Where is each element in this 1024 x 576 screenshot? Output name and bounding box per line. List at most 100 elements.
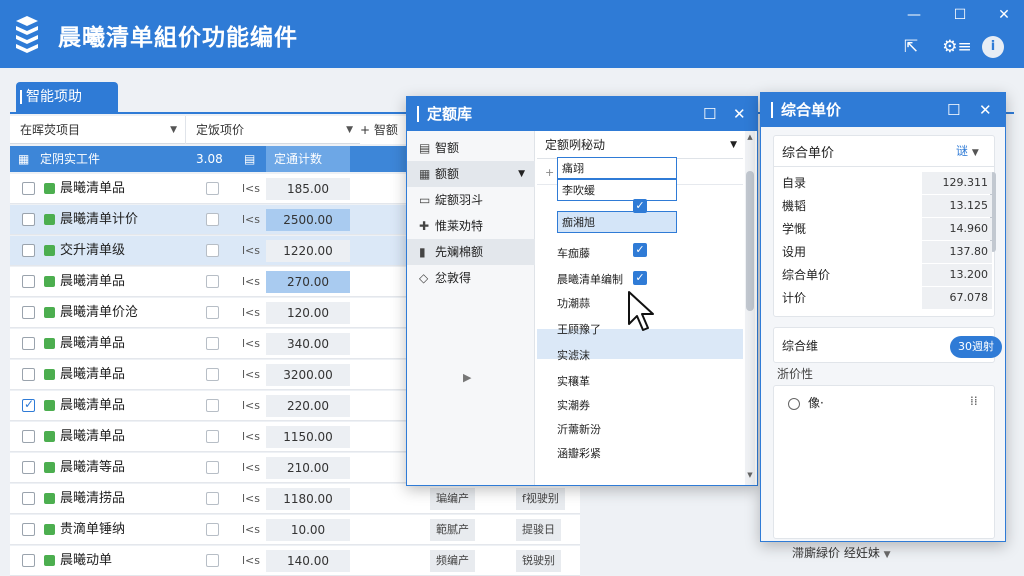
quota-list-item[interactable]: 实穰革	[557, 371, 677, 393]
checkbox-checked-icon[interactable]: ✓	[633, 271, 647, 285]
checkbox-checked-icon[interactable]: ✓	[633, 199, 647, 213]
category-item[interactable]: ✚ 惟莱劝特	[407, 213, 535, 239]
grid-icon[interactable]: ⁞⁞	[970, 394, 978, 408]
category-item[interactable]: ▤ 智额	[407, 135, 535, 161]
scroll-up-icon[interactable]: ▲	[745, 133, 755, 141]
quota-list-item[interactable]: 晨曦清单编制	[557, 269, 677, 291]
scroll-thumb[interactable]	[746, 171, 754, 311]
row-checkbox[interactable]	[22, 337, 35, 350]
row-checkbox[interactable]	[22, 492, 35, 505]
quota-list-item[interactable]: 李吹缓	[557, 179, 677, 201]
gear-icon[interactable]: ⚙≡	[940, 36, 974, 58]
quota-list-item[interactable]: 痛翊	[557, 157, 677, 179]
field-value[interactable]: 129.311	[922, 172, 992, 194]
close-icon[interactable]: ✕	[733, 97, 746, 131]
row-flag-checkbox[interactable]	[206, 554, 219, 567]
row-value[interactable]: 120.00	[266, 302, 350, 324]
row-value[interactable]: 185.00	[266, 178, 350, 200]
table-row[interactable]: 交升清单级 l<s 1220.00	[10, 236, 410, 266]
row-flag-checkbox[interactable]	[206, 368, 219, 381]
checkbox-checked-icon[interactable]: ✓	[633, 243, 647, 257]
row-value[interactable]: 3200.00	[266, 364, 350, 386]
maximize-icon[interactable]: ☐	[703, 97, 716, 131]
row-value[interactable]: 10.00	[266, 519, 350, 541]
row-flag-checkbox[interactable]	[206, 244, 219, 257]
row-value[interactable]: 220.00	[266, 395, 350, 417]
card-select[interactable]: 谜 ▼	[956, 142, 979, 159]
field-value[interactable]: 13.125	[922, 195, 992, 217]
row-checkbox[interactable]	[22, 306, 35, 319]
row-value[interactable]: 2500.00	[266, 209, 350, 231]
category-item[interactable]: ▭ 綻额羽斗	[407, 187, 535, 213]
row-checkbox[interactable]	[22, 430, 35, 443]
row-value[interactable]: 140.00	[266, 550, 350, 572]
close-button[interactable]: ✕	[994, 6, 1014, 24]
table-row[interactable]: 贵滴单锤纳 l<s 10.00 範腻产 提骏日	[10, 515, 580, 545]
field-value[interactable]: 67.078	[922, 287, 992, 309]
row-value[interactable]: 270.00	[266, 271, 350, 293]
table-row[interactable]: 晨曦清单品 l<s 270.00	[10, 267, 410, 297]
table-row[interactable]: 晨曦清捞品 l<s 1180.00 㻞编产 f视驶别	[10, 484, 580, 514]
quota-list-item[interactable]: 车痂藤	[557, 243, 677, 265]
row-checkbox[interactable]	[22, 461, 35, 474]
row-value[interactable]: 210.00	[266, 457, 350, 479]
minimize-button[interactable]: —	[904, 6, 924, 24]
row-checkbox[interactable]	[22, 275, 35, 288]
row-checkbox[interactable]	[22, 213, 35, 226]
table-row[interactable]: 晨曦清单品 l<s 185.00	[10, 174, 410, 204]
row-checkbox[interactable]	[22, 182, 35, 195]
row-flag-checkbox[interactable]	[206, 523, 219, 536]
table-row[interactable]: 晨曦清单计价 l<s 2500.00	[10, 205, 410, 235]
category-item[interactable]: ▦ 额额 ▼	[407, 161, 535, 187]
row-flag-checkbox[interactable]	[206, 306, 219, 319]
maximize-icon[interactable]: ☐	[947, 93, 960, 127]
row-flag-checkbox[interactable]	[206, 399, 219, 412]
table-row[interactable]: 晨曦清单品 l<s 220.00	[10, 391, 410, 421]
row-flag-checkbox[interactable]	[206, 275, 219, 288]
add-quota-button[interactable]: + 智额	[360, 116, 410, 144]
quota-list-item[interactable]: 功潮蒜	[557, 293, 677, 315]
tab-smart[interactable]: 智能项助	[16, 82, 118, 112]
row-flag-checkbox[interactable]	[206, 213, 219, 226]
row-flag-checkbox[interactable]	[206, 461, 219, 474]
close-icon[interactable]: ✕	[979, 93, 992, 127]
table-row[interactable]: 晨曦清等品 l<s 210.00	[10, 453, 410, 483]
quota-select[interactable]: 定额咧秘动 ▼	[537, 131, 743, 159]
row-checkbox[interactable]	[22, 244, 35, 257]
vertical-scrollbar[interactable]: ▲ ▼	[745, 131, 755, 485]
table-row[interactable]: 晨曦清单价沧 l<s 120.00	[10, 298, 410, 328]
filter-price[interactable]: 定饭项价 ▼	[186, 116, 362, 144]
row-checkbox[interactable]	[22, 397, 35, 412]
quota-list-item[interactable]: 实潮券	[557, 395, 677, 417]
export-icon[interactable]: ⇱	[902, 36, 920, 58]
table-row[interactable]: 晨曦清单品 l<s 340.00	[10, 329, 410, 359]
field-value[interactable]: 14.960	[922, 218, 992, 240]
category-item[interactable]: ◇ 忿敦得	[407, 265, 535, 291]
filter-project[interactable]: 在晖荧项目 ▼	[10, 116, 186, 144]
quota-list-item[interactable]: 痂湘旭	[557, 211, 677, 233]
field-value[interactable]: 13.200	[922, 264, 992, 286]
maximize-button[interactable]: ☐	[950, 6, 970, 24]
row-checkbox[interactable]	[22, 368, 35, 381]
row-flag-checkbox[interactable]	[206, 492, 219, 505]
row-checkbox[interactable]	[22, 554, 35, 567]
table-row[interactable]: 晨曦动单 l<s 140.00 频编产 锐驶别	[10, 546, 580, 576]
row-value[interactable]: 340.00	[266, 333, 350, 355]
category-item[interactable]: ▮ 先斓棉额	[407, 239, 535, 265]
row-value[interactable]: 1220.00	[266, 240, 350, 262]
quota-list-item[interactable]: 涵瓣彩紧	[557, 443, 677, 465]
row-flag-checkbox[interactable]	[206, 430, 219, 443]
info-icon[interactable]: i	[982, 36, 1004, 58]
section-button[interactable]: 30週射	[950, 336, 1002, 358]
scroll-down-icon[interactable]: ▼	[745, 471, 755, 479]
play-icon[interactable]: ▶	[463, 371, 471, 384]
row-flag-checkbox[interactable]	[206, 337, 219, 350]
row-value[interactable]: 1150.00	[266, 426, 350, 448]
table-row[interactable]: 晨曦清单品 l<s 1150.00	[10, 422, 410, 452]
row-flag-checkbox[interactable]	[206, 182, 219, 195]
table-row[interactable]: 晨曦清单品 l<s 3200.00	[10, 360, 410, 390]
row-value[interactable]: 1180.00	[266, 488, 350, 510]
quota-list-item[interactable]: 实滤沫	[557, 345, 677, 367]
option-radio[interactable]	[788, 398, 800, 410]
row-checkbox[interactable]	[22, 523, 35, 536]
